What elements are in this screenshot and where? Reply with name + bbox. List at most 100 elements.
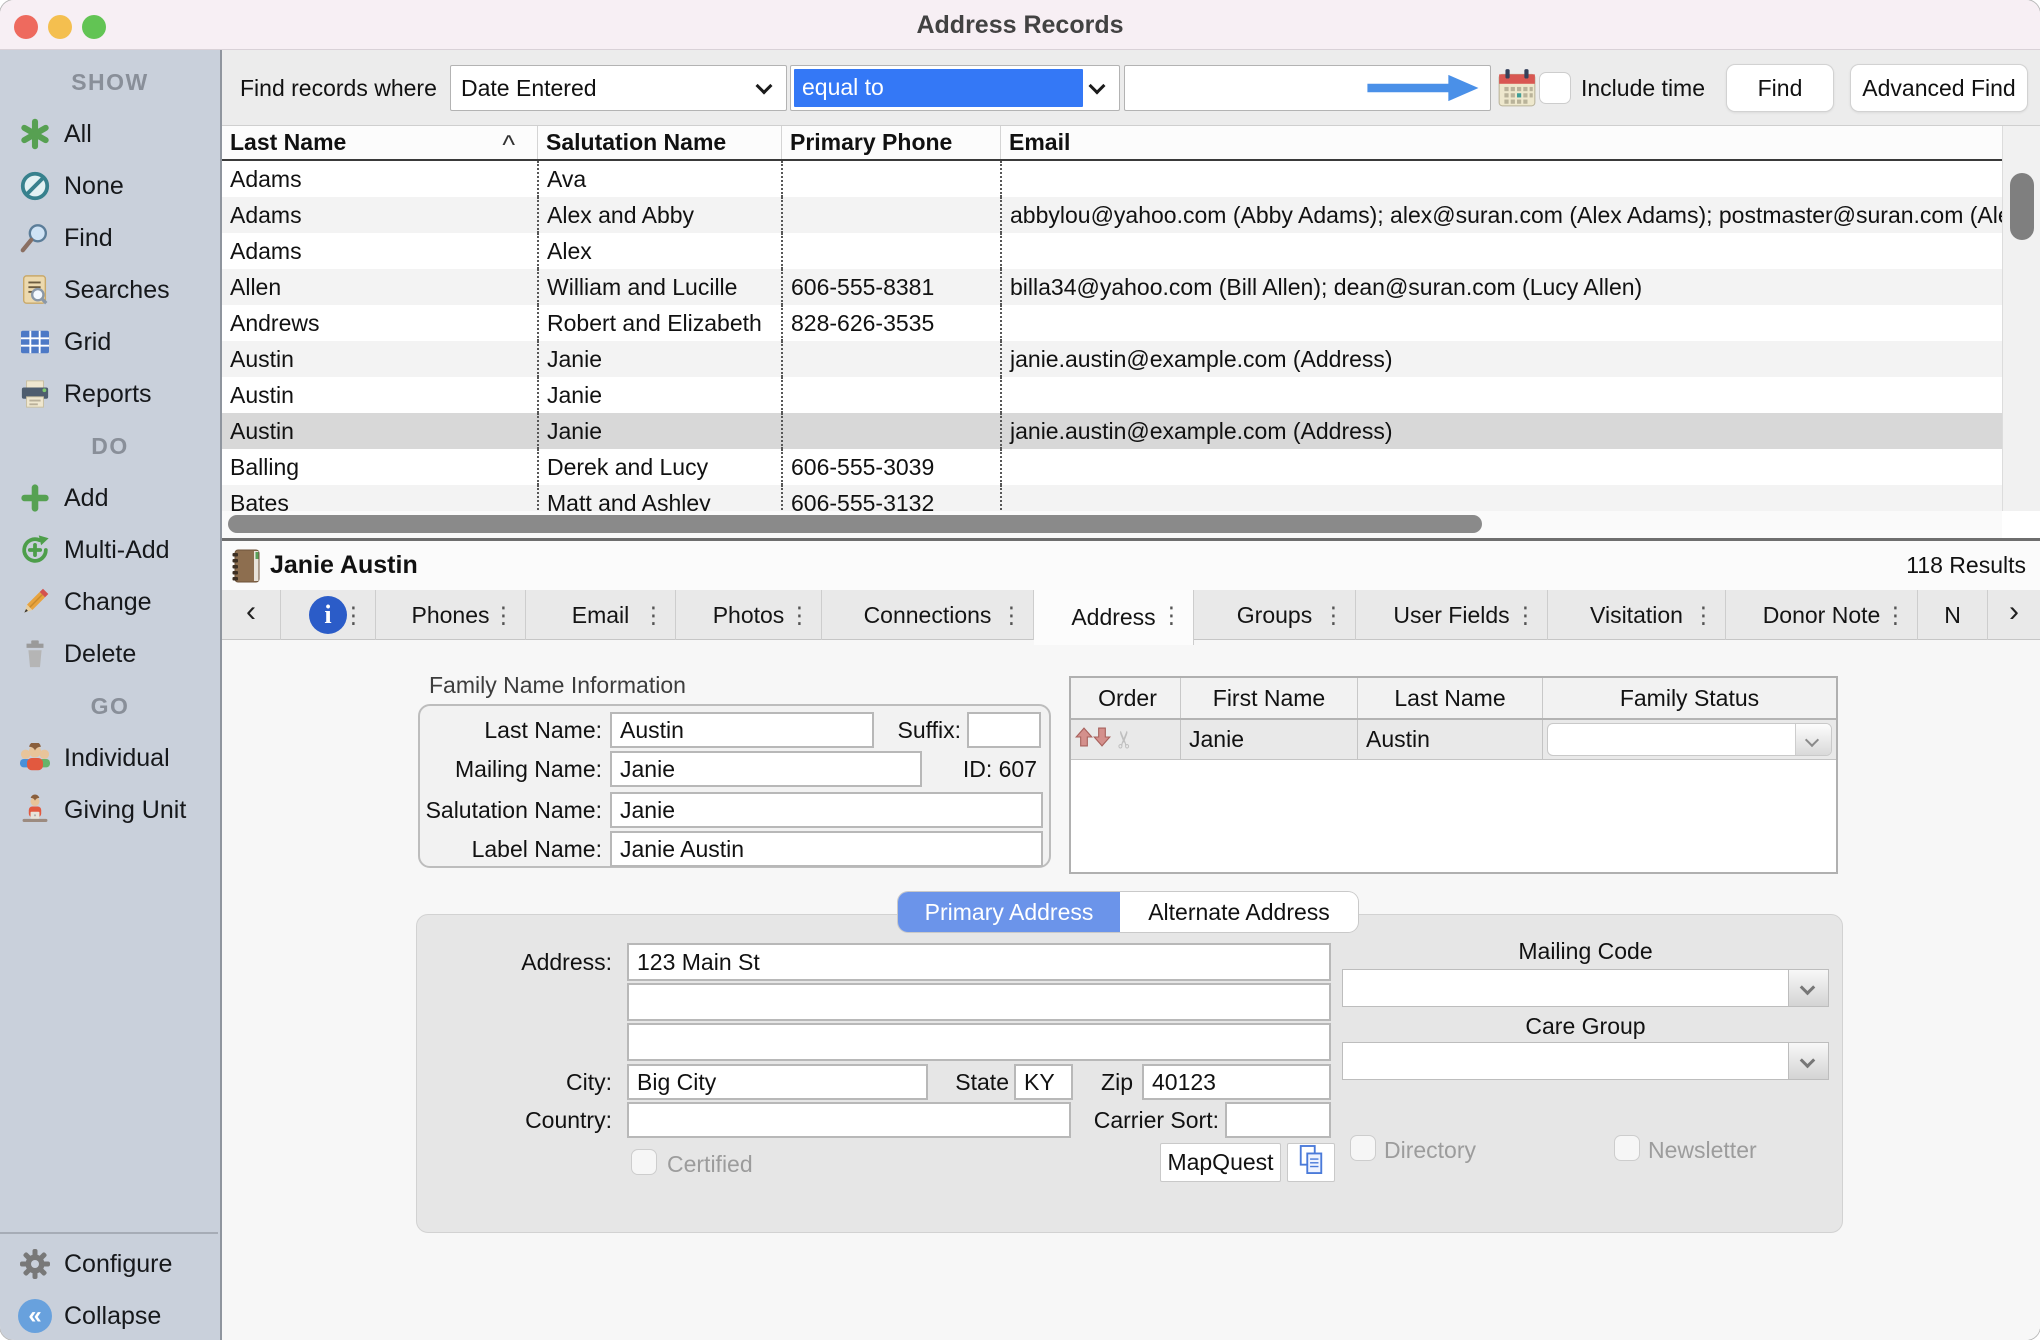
address-line3-field[interactable] [627, 1023, 1331, 1061]
vertical-scrollbar[interactable] [2002, 126, 2040, 511]
sidebar-item-grid[interactable]: Grid [0, 316, 220, 368]
column-header-salutation-name[interactable]: Salutation Name [537, 126, 781, 159]
sidebar-item-individual[interactable]: Individual [0, 732, 220, 784]
slash-circle-icon [16, 170, 54, 202]
carrier-sort-field[interactable] [1225, 1102, 1331, 1138]
address-line1-field[interactable]: 123 Main St [627, 943, 1331, 981]
sidebar-item-all[interactable]: All [0, 108, 220, 160]
members-column-first-name: First Name [1180, 678, 1357, 718]
care-group-dropdown[interactable] [1342, 1042, 1829, 1080]
table-row[interactable]: Allen William and Lucille 606-555-8381 b… [222, 269, 2002, 305]
sidebar-item-multi-add[interactable]: Multi-Add [0, 524, 220, 576]
tab-visitation[interactable]: Visitation⋮ [1548, 590, 1726, 640]
tab-overflow-icon: ⋮ [1160, 590, 1183, 640]
directory-checkbox[interactable] [1350, 1135, 1376, 1161]
sidebar-item-configure[interactable]: Configure [0, 1238, 218, 1290]
member-row[interactable]: ✂ Janie Austin [1071, 720, 1836, 760]
label-name-field[interactable]: Janie Austin [610, 831, 1043, 867]
sidebar-item-label: All [64, 120, 92, 149]
sidebar-item-collapse[interactable]: « Collapse [0, 1290, 218, 1340]
table-row[interactable]: Bates Matt and Ashley 606-555-3132 [222, 485, 2002, 511]
sidebar-item-giving-unit[interactable]: Giving Unit [0, 784, 220, 836]
table-row[interactable]: Andrews Robert and Elizabeth 828-626-353… [222, 305, 2002, 341]
tab-notes-truncated[interactable]: N [1918, 590, 1988, 640]
tab-user-fields[interactable]: User Fields⋮ [1356, 590, 1548, 640]
vertical-scrollbar-thumb[interactable] [2010, 173, 2034, 240]
mapquest-button[interactable]: MapQuest [1160, 1143, 1281, 1182]
table-row[interactable]: Austin Janie janie.austin@example.com (A… [222, 341, 2002, 377]
column-header-email[interactable]: Email [1000, 126, 2002, 159]
sidebar-item-label: Find [64, 224, 113, 253]
tab-overflow-icon: ⋮ [642, 590, 665, 640]
saved-search-icon [16, 274, 54, 306]
tab-phones[interactable]: Phones⋮ [376, 590, 526, 640]
sidebar-item-add[interactable]: Add [0, 472, 220, 524]
newsletter-checkbox[interactable] [1614, 1135, 1640, 1161]
tab-info[interactable]: i ⋮ [281, 590, 376, 640]
detach-member-icon[interactable]: ✂ [1111, 729, 1140, 749]
table-row[interactable]: Adams Alex and Abby abbylou@yahoo.com (A… [222, 197, 2002, 233]
include-time-checkbox[interactable] [1539, 72, 1571, 104]
address-line2-field[interactable] [627, 983, 1331, 1021]
find-button[interactable]: Find [1727, 65, 1833, 111]
horizontal-scrollbar[interactable] [222, 511, 2002, 538]
primary-address-tab[interactable]: Primary Address [898, 892, 1120, 932]
tab-email[interactable]: Email⋮ [526, 590, 676, 640]
tab-donor-note[interactable]: Donor Note⋮ [1726, 590, 1918, 640]
cell-last-name: Adams [222, 233, 537, 269]
find-value-input[interactable] [1124, 65, 1491, 111]
tab-connections[interactable]: Connections⋮ [822, 590, 1034, 640]
table-row[interactable]: Adams Alex [222, 233, 2002, 269]
chevron-down-icon [1788, 970, 1828, 1006]
copy-icon [1297, 1144, 1325, 1182]
mailing-name-field[interactable]: Janie [610, 751, 922, 787]
members-column-order: Order [1071, 678, 1180, 718]
calendar-icon[interactable] [1497, 67, 1537, 114]
advanced-find-button[interactable]: Advanced Find [1851, 65, 2027, 111]
mailing-code-dropdown[interactable] [1342, 969, 1829, 1007]
tab-address[interactable]: Address⋮ [1034, 590, 1194, 645]
suffix-field[interactable] [967, 712, 1041, 748]
cell-last-name: Austin [222, 377, 537, 413]
tab-scroll-left[interactable]: ‹ [222, 590, 281, 640]
move-down-icon[interactable] [1093, 726, 1111, 753]
tab-overflow-icon: ⋮ [788, 590, 811, 640]
copy-address-button[interactable] [1287, 1143, 1335, 1182]
country-field[interactable] [627, 1102, 1071, 1138]
family-status-dropdown[interactable] [1547, 723, 1832, 756]
salutation-name-field[interactable]: Janie [610, 792, 1043, 828]
sidebar-item-searches[interactable]: Searches [0, 264, 220, 316]
grid-icon [16, 328, 54, 356]
city-field[interactable]: Big City [627, 1064, 928, 1100]
tab-scroll-right[interactable]: › [1988, 590, 2040, 640]
sidebar-item-find[interactable]: Find [0, 212, 220, 264]
operator-dropdown[interactable]: equal to [790, 65, 1120, 111]
field-dropdown[interactable]: Date Entered [450, 65, 787, 111]
zip-field[interactable]: 40123 [1142, 1064, 1331, 1100]
sidebar-item-reports[interactable]: Reports [0, 368, 220, 420]
table-row[interactable]: Austin Janie janie.austin@example.com (A… [222, 413, 2002, 449]
alternate-address-tab[interactable]: Alternate Address [1120, 892, 1358, 932]
table-row[interactable]: Austin Janie [222, 377, 2002, 413]
sidebar-item-none[interactable]: None [0, 160, 220, 212]
cell-phone: 606-555-3132 [781, 485, 1000, 511]
last-name-field[interactable]: Austin [610, 712, 874, 748]
certified-checkbox[interactable] [631, 1149, 657, 1175]
sidebar-item-change[interactable]: Change [0, 576, 220, 628]
care-group-label: Care Group [1342, 1013, 1829, 1040]
column-header-last-name[interactable]: Last Name ^ [222, 126, 537, 159]
table-row[interactable]: Balling Derek and Lucy 606-555-3039 [222, 449, 2002, 485]
cell-email: billa34@yahoo.com (Bill Allen); dean@sur… [1000, 269, 2002, 305]
sidebar-item-label: None [64, 172, 124, 201]
tab-photos[interactable]: Photos⋮ [676, 590, 822, 640]
table-row[interactable]: Adams Ava [222, 161, 2002, 197]
state-field[interactable]: KY [1014, 1064, 1073, 1100]
column-header-primary-phone[interactable]: Primary Phone [781, 126, 1000, 159]
address-book-icon [232, 549, 262, 588]
move-up-icon[interactable] [1075, 726, 1093, 753]
horizontal-scrollbar-thumb[interactable] [228, 515, 1482, 533]
tab-groups[interactable]: Groups⋮ [1194, 590, 1356, 640]
sidebar-item-delete[interactable]: Delete [0, 628, 220, 680]
certified-label: Certified [667, 1151, 753, 1178]
cell-phone: 606-555-3039 [781, 449, 1000, 485]
